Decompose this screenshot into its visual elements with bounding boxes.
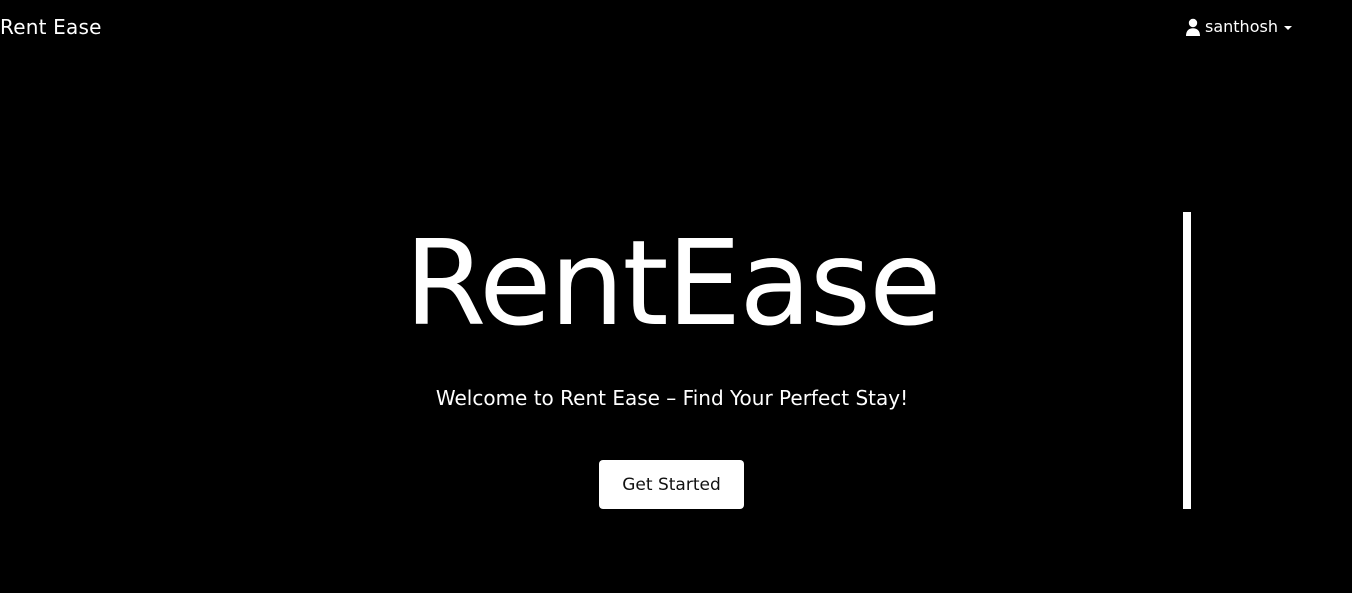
hero-subtitle: Welcome to Rent Ease – Find Your Perfect… (435, 386, 909, 410)
user-menu-toggle[interactable]: santhosh (1186, 16, 1292, 38)
user-name: santhosh (1205, 17, 1278, 36)
landing-page: Rent Ease santhosh RentEase Welcome to R… (0, 0, 1352, 593)
brand-link[interactable]: Rent Ease (0, 14, 102, 40)
user-icon (1186, 18, 1200, 36)
caret-down-icon (1283, 26, 1292, 30)
get-started-button[interactable]: Get Started (599, 460, 744, 509)
hero-title: RentEase (404, 214, 941, 352)
vertical-divider (1183, 212, 1191, 509)
